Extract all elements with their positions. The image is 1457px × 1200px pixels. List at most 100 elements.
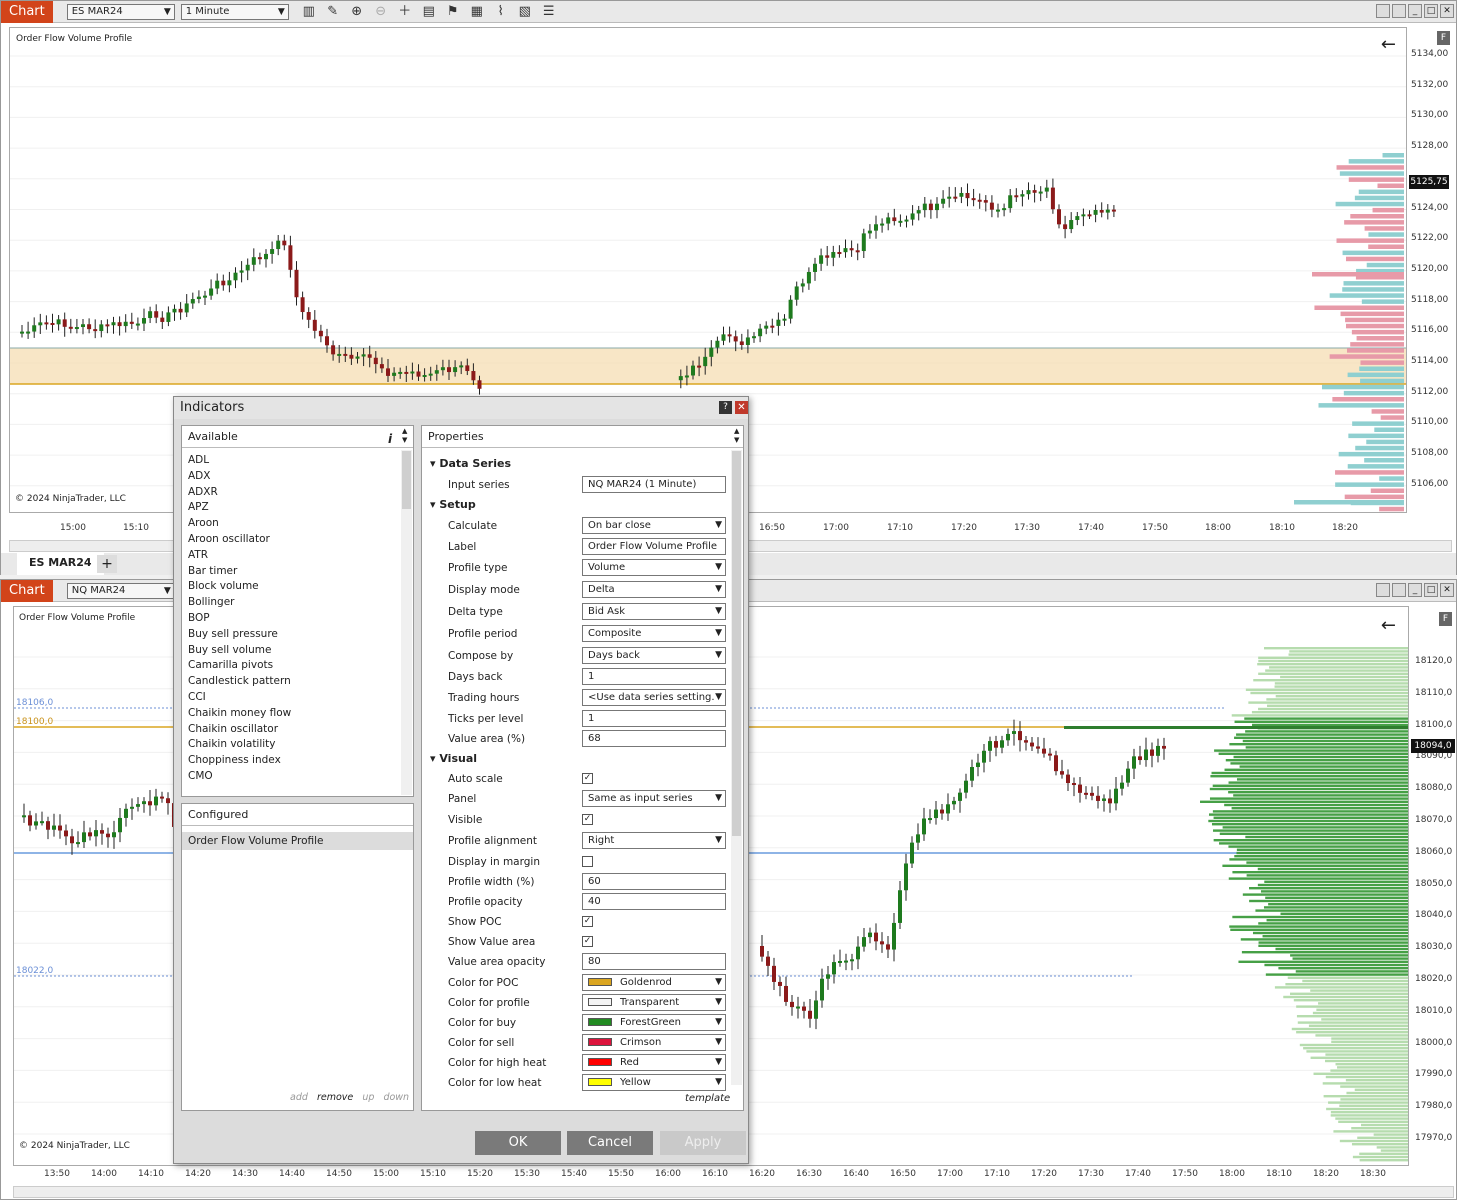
compose-by-select[interactable]: Days back [582, 647, 726, 664]
cancel-button[interactable]: Cancel [567, 1131, 653, 1155]
profile-alignment-select[interactable]: Right [582, 832, 726, 849]
available-item[interactable]: Candlestick pattern [182, 674, 399, 690]
available-item[interactable]: Chaikin money flow [182, 706, 399, 722]
tab-es-mar24[interactable]: ES MAR24 [17, 553, 104, 575]
add-link[interactable]: add [290, 1092, 308, 1103]
list-scrollbar[interactable] [401, 450, 412, 795]
available-item[interactable]: Aroon oscillator [182, 532, 399, 548]
available-item[interactable]: Camarilla pivots [182, 658, 399, 674]
color-high-heat-select[interactable]: Red [582, 1054, 726, 1071]
close-icon[interactable]: ✕ [1440, 4, 1454, 18]
display-in-margin-checkbox[interactable] [582, 856, 593, 867]
instrument-selector[interactable]: NQ MAR24 [66, 582, 175, 599]
apply-button[interactable]: Apply [660, 1131, 746, 1155]
ok-button[interactable]: OK [475, 1131, 561, 1155]
available-item[interactable]: Bollinger [182, 595, 399, 611]
zoom-out-icon[interactable]: ⊖ [371, 3, 391, 21]
chart-trader-icon[interactable]: ⚑ [443, 3, 463, 21]
profile-period-select[interactable]: Composite [582, 625, 726, 642]
available-item[interactable]: CCI [182, 690, 399, 706]
calculate-select[interactable]: On bar close [582, 517, 726, 534]
up-link[interactable]: up [362, 1092, 374, 1103]
available-item[interactable]: Aroon [182, 516, 399, 532]
close-icon[interactable]: ✕ [735, 401, 748, 414]
configured-item[interactable]: Order Flow Volume Profile [182, 832, 413, 850]
show-poc-checkbox[interactable]: ✓ [582, 916, 593, 927]
color-icon[interactable] [1376, 4, 1390, 18]
bottom-time-axis[interactable]: 13:50 14:00 14:10 14:20 14:30 14:40 14:50 15:00… [13, 1169, 1409, 1183]
delta-type-select[interactable]: Bid Ask [582, 603, 726, 620]
profile-type-select[interactable]: Volume [582, 559, 726, 576]
trading-hours-select[interactable]: <Use data series setting... [582, 689, 726, 706]
section-visual[interactable]: ▾ Visual [430, 752, 477, 765]
remove-link[interactable]: remove [317, 1092, 353, 1103]
bar-style-icon[interactable]: ▥ [299, 3, 319, 21]
available-item[interactable]: ADX [182, 469, 399, 485]
available-item[interactable]: ATR [182, 548, 399, 564]
timeframe-selector[interactable]: 1 Minute [180, 3, 289, 20]
color-low-heat-select[interactable]: Yellow [582, 1074, 726, 1091]
scroll-arrows-icon[interactable]: ▲ ▼ [402, 427, 407, 445]
available-item[interactable]: Buy sell volume [182, 643, 399, 659]
zoom-in-icon[interactable]: ⊕ [347, 3, 367, 21]
available-item[interactable]: ADXR [182, 485, 399, 501]
color-profile-select[interactable]: Transparent [582, 994, 726, 1011]
visible-checkbox[interactable]: ✓ [582, 814, 593, 825]
color-poc-select[interactable]: Goldenrod [582, 974, 726, 991]
show-value-area-checkbox[interactable]: ✓ [582, 936, 593, 947]
label-input[interactable]: Order Flow Volume Profile [582, 538, 726, 555]
panel-select[interactable]: Same as input series [582, 790, 726, 807]
section-setup[interactable]: ▾ Setup [430, 498, 476, 511]
maximize-icon[interactable]: □ [1424, 4, 1438, 18]
profile-width-input[interactable]: 60 [582, 873, 726, 890]
color-sell-select[interactable]: Crimson [582, 1034, 726, 1051]
available-item[interactable]: APZ [182, 500, 399, 516]
profile-opacity-input[interactable]: 40 [582, 893, 726, 910]
value-area-opacity-input[interactable]: 80 [582, 953, 726, 970]
crosshair-icon[interactable]: ＋ [395, 3, 415, 21]
color-icon[interactable] [1376, 583, 1390, 597]
available-item[interactable]: Bar timer [182, 564, 399, 580]
section-data-series[interactable]: ▾ Data Series [430, 457, 511, 470]
indicators-icon[interactable]: ▧ [515, 3, 535, 21]
available-item[interactable]: BOP [182, 611, 399, 627]
available-item[interactable]: Chaikin volatility [182, 737, 399, 753]
close-icon[interactable]: ✕ [1440, 583, 1454, 597]
value-area-input[interactable]: 68 [582, 730, 726, 747]
strategies-icon[interactable]: ⌇ [491, 3, 511, 21]
properties-scrollbar[interactable] [731, 450, 742, 1085]
available-item[interactable]: Chaikin oscillator [182, 722, 399, 738]
bottom-price-axis[interactable]: 18120,0 18110,0 18100,0 18090,0 18080,0 18070… [1415, 606, 1457, 1166]
snapshot-icon[interactable]: ▦ [467, 3, 487, 21]
link-icon[interactable] [1392, 4, 1406, 18]
data-box-icon[interactable]: ▤ [419, 3, 439, 21]
available-item[interactable]: Block volume [182, 579, 399, 595]
minimize-icon[interactable]: _ [1408, 4, 1422, 18]
display-mode-select[interactable]: Delta [582, 581, 726, 598]
input-series-field[interactable]: NQ MAR24 (1 Minute) [582, 476, 726, 493]
template-link[interactable]: template [685, 1093, 730, 1104]
chart-tag[interactable]: Chart [1, 579, 53, 602]
available-item[interactable]: Choppiness index [182, 753, 399, 769]
available-item[interactable]: ADL [182, 453, 399, 469]
maximize-icon[interactable]: □ [1424, 583, 1438, 597]
auto-scale-checkbox[interactable]: ✓ [582, 773, 593, 784]
ticks-per-level-input[interactable]: 1 [582, 710, 726, 727]
add-tab-icon[interactable]: + [97, 555, 117, 573]
chart-tag[interactable]: Chart [1, 0, 53, 23]
instrument-selector[interactable]: ES MAR24 [66, 3, 175, 20]
days-back-input[interactable]: 1 [582, 668, 726, 685]
available-item[interactable]: Buy sell pressure [182, 627, 399, 643]
help-icon[interactable]: ? [719, 401, 732, 414]
properties-icon[interactable]: ☰ [539, 3, 559, 21]
available-item[interactable]: CMO [182, 769, 399, 785]
color-buy-select[interactable]: ForestGreen [582, 1014, 726, 1031]
scroll-arrows-icon[interactable]: ▲ ▼ [734, 427, 739, 445]
minimize-icon[interactable]: _ [1408, 583, 1422, 597]
info-icon[interactable]: i [388, 428, 392, 450]
down-link[interactable]: down [383, 1092, 409, 1103]
horizontal-scrollbar[interactable] [13, 1186, 1454, 1198]
drawing-tool-icon[interactable]: ✎ [323, 3, 343, 21]
top-price-axis[interactable]: 5134,00 5132,00 5130,00 5128,00 5124,00 5122,… [1411, 27, 1457, 513]
link-icon[interactable] [1392, 583, 1406, 597]
